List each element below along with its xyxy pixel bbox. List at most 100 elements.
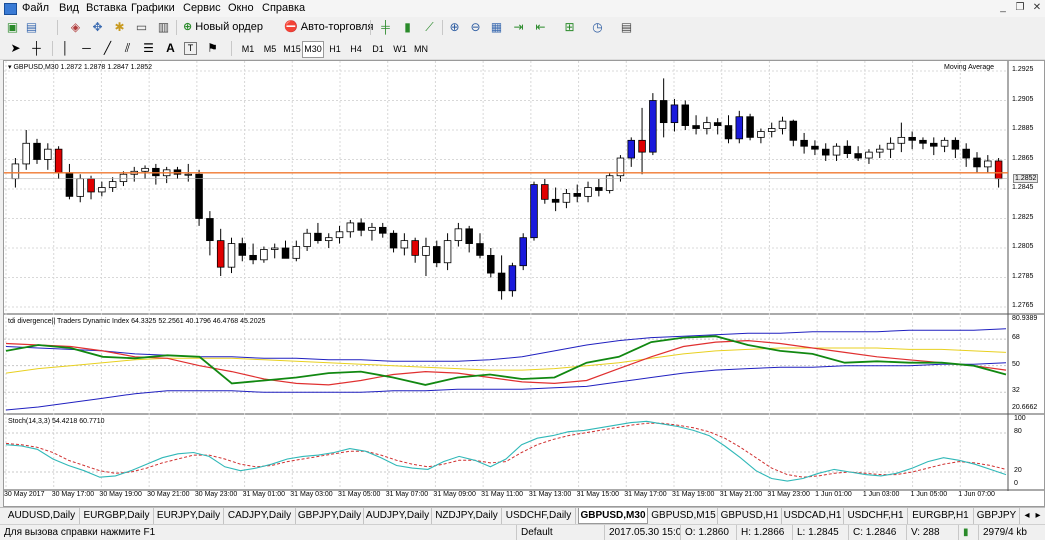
candle-body bbox=[832, 145, 841, 156]
stoch-tick-label: 100 bbox=[1014, 415, 1026, 422]
tab-eurgbp-daily[interactable]: EURGBP,Daily bbox=[80, 508, 154, 524]
candle-body bbox=[843, 145, 852, 154]
candle-body bbox=[433, 246, 441, 264]
status-traffic: 2979/4 kb bbox=[978, 525, 1045, 540]
menu-insert[interactable]: Вставка bbox=[86, 2, 127, 14]
templates-icon[interactable]: ▤ bbox=[619, 20, 634, 35]
chart-canvas[interactable] bbox=[4, 61, 1044, 506]
timeframe-d1[interactable]: D1 bbox=[368, 41, 388, 58]
candle-body bbox=[281, 247, 290, 259]
tab-scroll-left-icon[interactable]: ◂ bbox=[1022, 508, 1032, 524]
tab-gbpusd-m15[interactable]: GBPUSD,M15 bbox=[650, 508, 718, 524]
app-icon[interactable] bbox=[4, 3, 17, 15]
tab-usdcad-h1[interactable]: USDCAD,H1 bbox=[782, 508, 844, 524]
price-tick-label: 1.2765 bbox=[1012, 302, 1034, 309]
candle-body bbox=[87, 178, 95, 193]
tab-gbpusd-h1[interactable]: GBPUSD,H1 bbox=[718, 508, 782, 524]
profiles-icon[interactable]: ▤ bbox=[24, 20, 39, 35]
restore-icon[interactable]: ❐ bbox=[1013, 1, 1027, 14]
candle-body bbox=[141, 167, 149, 172]
autotrading-button[interactable]: ⛔ Авто-торговля bbox=[281, 19, 376, 36]
candle-body bbox=[238, 243, 247, 256]
tab-eurgbp-h1[interactable]: EURGBP,H1 bbox=[908, 508, 974, 524]
candle-body bbox=[65, 172, 74, 197]
horizontal-line-icon[interactable]: ─ bbox=[79, 41, 94, 56]
data-window-icon[interactable]: ✥ bbox=[90, 20, 105, 35]
tab-audusd-daily[interactable]: AUDUSD,Daily bbox=[4, 508, 80, 524]
tester-icon[interactable]: ▥ bbox=[156, 20, 171, 35]
tab-gbpjpy-daily[interactable]: GBPJPY,Daily bbox=[296, 508, 364, 524]
autotrading-icon: ⛔ bbox=[284, 21, 298, 33]
trendline-icon[interactable]: ╱ bbox=[100, 41, 115, 56]
candle-body bbox=[930, 142, 938, 147]
candle-body bbox=[184, 173, 193, 176]
tab-nzdjpy-daily[interactable]: NZDJPY,Daily bbox=[432, 508, 502, 524]
tab-usdchf-daily[interactable]: USDCHF,Daily bbox=[502, 508, 576, 524]
new-order-icon: ⊕ bbox=[183, 21, 193, 33]
shapes-icon[interactable]: ⚑ bbox=[205, 41, 220, 56]
vertical-line-icon[interactable]: │ bbox=[58, 41, 73, 56]
menu-file[interactable]: Файл bbox=[22, 2, 49, 14]
minimize-icon[interactable]: _ bbox=[996, 1, 1010, 14]
tab-gbpjpy[interactable]: GBPJPY bbox=[974, 508, 1020, 524]
tab-audjpy-daily[interactable]: AUDJPY,Daily bbox=[364, 508, 432, 524]
timeframe-m1[interactable]: M1 bbox=[238, 41, 258, 58]
terminal-icon[interactable]: ▭ bbox=[134, 20, 149, 35]
periods-icon[interactable]: ◷ bbox=[590, 20, 605, 35]
timeframe-h1[interactable]: H1 bbox=[325, 41, 345, 58]
new-chart-icon[interactable]: ▣ bbox=[5, 20, 20, 35]
drawing-toolbar: ➤ ┼ │ ─ ╱ ⫽ ☰ A T ⚑ M1 M5 M15 M30 H1 H4 … bbox=[0, 38, 1045, 60]
fibonacci-icon[interactable]: ☰ bbox=[141, 41, 156, 56]
auto-scroll-icon[interactable]: ⇥ bbox=[511, 20, 526, 35]
status-volume: V: 288 bbox=[906, 525, 958, 540]
tdi-tick-label: 80.9389 bbox=[1012, 315, 1038, 322]
chart-window[interactable]: ▾ GBPUSD,M30 1.2872 1.2878 1.2847 1.2852… bbox=[3, 60, 1045, 507]
candle-body bbox=[22, 142, 30, 165]
close-icon[interactable]: ✕ bbox=[1030, 1, 1044, 14]
menu-charts[interactable]: Графики bbox=[131, 2, 175, 14]
zoom-in-icon[interactable]: ⊕ bbox=[447, 20, 462, 35]
chart-menu-icon[interactable]: ▾ bbox=[8, 64, 12, 71]
crosshair-icon[interactable]: ┼ bbox=[29, 41, 44, 56]
tab-cadjpy-daily[interactable]: CADJPY,Daily bbox=[224, 508, 296, 524]
indicators-icon[interactable]: ⊞ bbox=[562, 20, 577, 35]
menu-help[interactable]: Справка bbox=[262, 2, 305, 14]
timeframe-w1[interactable]: W1 bbox=[390, 41, 410, 58]
menu-view[interactable]: Вид bbox=[59, 2, 79, 14]
candle-body bbox=[476, 243, 484, 256]
text-tool-icon[interactable]: A bbox=[163, 41, 178, 56]
tab-eurjpy-daily[interactable]: EURJPY,Daily bbox=[154, 508, 224, 524]
new-order-button[interactable]: ⊕ Новый ордер bbox=[180, 19, 266, 36]
label-tool-icon[interactable]: T bbox=[184, 42, 197, 55]
candle-body bbox=[649, 100, 657, 153]
market-watch-icon[interactable]: ◈ bbox=[68, 20, 83, 35]
candle-body bbox=[962, 148, 970, 159]
timeframe-m30[interactable]: M30 bbox=[302, 41, 324, 58]
menu-window[interactable]: Окно bbox=[228, 2, 254, 14]
navigator-icon[interactable]: ✱ bbox=[112, 20, 127, 35]
equidistant-channel-icon[interactable]: ⫽ bbox=[120, 41, 135, 56]
bar-chart-icon[interactable]: ╪ bbox=[378, 20, 393, 35]
candle-body bbox=[940, 139, 949, 147]
menu-tools[interactable]: Сервис bbox=[183, 2, 221, 14]
cursor-icon[interactable]: ➤ bbox=[8, 41, 23, 56]
zoom-out-icon[interactable]: ⊖ bbox=[468, 20, 483, 35]
timeframe-h4[interactable]: H4 bbox=[346, 41, 366, 58]
candlestick-icon[interactable]: ▮ bbox=[400, 20, 415, 35]
tab-scroll-right-icon[interactable]: ▸ bbox=[1033, 508, 1043, 524]
tab-usdchf-h1[interactable]: USDCHF,H1 bbox=[844, 508, 908, 524]
time-tick-label: 30 May 23:00 bbox=[194, 491, 238, 498]
candle-body bbox=[119, 173, 128, 183]
chart-shift-icon[interactable]: ⇤ bbox=[533, 20, 548, 35]
tile-windows-icon[interactable]: ▦ bbox=[489, 20, 504, 35]
status-datetime: 2017.05.30 15:00 bbox=[604, 525, 680, 540]
indicator-name: Moving Average bbox=[944, 64, 995, 71]
timeframe-mn[interactable]: MN bbox=[411, 41, 431, 58]
candle-body bbox=[389, 232, 398, 249]
timeframe-m5[interactable]: M5 bbox=[260, 41, 280, 58]
tdi-rsi-line bbox=[5, 335, 1007, 386]
timeframe-m15[interactable]: M15 bbox=[281, 41, 303, 58]
line-chart-icon[interactable]: ⟋ bbox=[422, 20, 437, 35]
tab-gbpusd-m30[interactable]: GBPUSD,M30 bbox=[578, 508, 648, 524]
candle-body bbox=[368, 226, 376, 231]
